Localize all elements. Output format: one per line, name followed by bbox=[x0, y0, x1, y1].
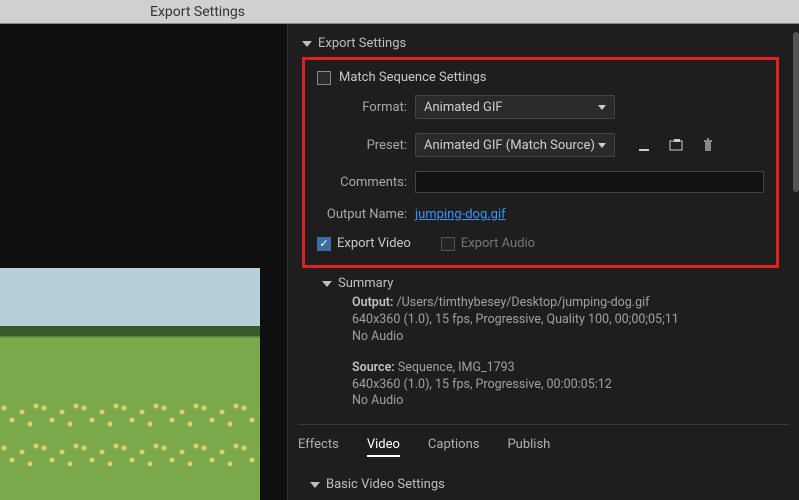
format-label: Format: bbox=[317, 100, 407, 115]
tab-video[interactable]: Video bbox=[367, 437, 400, 457]
tab-publish[interactable]: Publish bbox=[507, 437, 550, 457]
preset-icon-group bbox=[635, 136, 717, 154]
export-audio-label: Export Audio bbox=[461, 236, 535, 251]
settings-column: Export Settings Match Sequence Settings … bbox=[288, 24, 799, 500]
tab-captions[interactable]: Captions bbox=[428, 437, 480, 457]
export-toggles-row: Export Video Export Audio bbox=[317, 236, 764, 251]
export-audio-checkbox[interactable] bbox=[441, 237, 455, 251]
preset-label: Preset: bbox=[317, 138, 407, 153]
window-titlebar: Export Settings bbox=[0, 0, 799, 24]
summary-output-block: Output: /Users/timthybesey/Desktop/jumpi… bbox=[352, 295, 789, 346]
scrollbar[interactable] bbox=[793, 32, 799, 492]
summary-body: Output: /Users/timthybesey/Desktop/jumpi… bbox=[352, 295, 789, 410]
comments-input[interactable] bbox=[415, 171, 764, 193]
match-sequence-label: Match Sequence Settings bbox=[339, 70, 487, 85]
save-preset-icon[interactable] bbox=[635, 136, 653, 154]
export-video-label: Export Video bbox=[337, 236, 411, 251]
summary-section: Summary Output: /Users/timthybesey/Deskt… bbox=[322, 276, 789, 410]
chevron-down-icon bbox=[302, 41, 312, 47]
match-sequence-checkbox[interactable] bbox=[317, 71, 331, 85]
summary-output-path: /Users/timthybesey/Desktop/jumping-dog.g… bbox=[397, 295, 650, 310]
summary-source-seq: Sequence, IMG_1793 bbox=[398, 360, 515, 375]
output-name-row: Output Name: jumping-dog.gif bbox=[317, 207, 764, 222]
export-settings-header[interactable]: Export Settings bbox=[302, 36, 789, 51]
highlighted-settings-region: Match Sequence Settings Format: Animated… bbox=[302, 57, 779, 268]
tab-bar: Effects Video Captions Publish bbox=[298, 424, 789, 457]
output-name-link[interactable]: jumping-dog.gif bbox=[415, 207, 506, 222]
chevron-down-icon bbox=[598, 105, 606, 110]
export-settings-title: Export Settings bbox=[318, 36, 406, 51]
preset-value: Animated GIF (Match Source) bbox=[424, 138, 595, 153]
summary-source-spec: 640x360 (1.0), 15 fps, Progressive, 00:0… bbox=[352, 377, 612, 392]
chevron-down-icon bbox=[310, 482, 320, 488]
summary-header[interactable]: Summary bbox=[322, 276, 789, 291]
window-title: Export Settings bbox=[150, 4, 245, 20]
tab-effects[interactable]: Effects bbox=[298, 437, 339, 457]
import-preset-icon[interactable] bbox=[667, 136, 685, 154]
output-name-label: Output Name: bbox=[317, 207, 407, 222]
comments-label: Comments: bbox=[317, 175, 407, 190]
summary-source-audio: No Audio bbox=[352, 393, 403, 408]
summary-output-spec: 640x360 (1.0), 15 fps, Progressive, Qual… bbox=[352, 312, 679, 327]
preview-column bbox=[0, 24, 288, 500]
chevron-down-icon bbox=[322, 281, 332, 287]
export-audio-group: Export Audio bbox=[441, 236, 535, 251]
preset-row: Preset: Animated GIF (Match Source) bbox=[317, 133, 764, 157]
preview-frame[interactable] bbox=[0, 268, 260, 500]
match-sequence-row: Match Sequence Settings bbox=[317, 70, 764, 85]
preset-select[interactable]: Animated GIF (Match Source) bbox=[415, 133, 615, 157]
scrollbar-thumb[interactable] bbox=[793, 32, 799, 192]
delete-preset-icon[interactable] bbox=[699, 136, 717, 154]
format-select[interactable]: Animated GIF bbox=[415, 95, 615, 119]
format-row: Format: Animated GIF bbox=[317, 95, 764, 119]
summary-output-audio: No Audio bbox=[352, 329, 403, 344]
summary-output-label: Output: bbox=[352, 295, 393, 310]
basic-video-settings-title: Basic Video Settings bbox=[326, 477, 445, 492]
format-value: Animated GIF bbox=[424, 100, 503, 115]
summary-title: Summary bbox=[338, 276, 393, 291]
summary-source-block: Source: Sequence, IMG_1793 640x360 (1.0)… bbox=[352, 360, 789, 411]
export-video-group: Export Video bbox=[317, 236, 411, 251]
comments-row: Comments: bbox=[317, 171, 764, 193]
main-area: Export Settings Match Sequence Settings … bbox=[0, 24, 799, 500]
basic-video-settings-header[interactable]: Basic Video Settings bbox=[310, 477, 789, 492]
export-video-checkbox[interactable] bbox=[317, 237, 331, 251]
chevron-down-icon bbox=[598, 143, 606, 148]
summary-source-label: Source: bbox=[352, 360, 395, 375]
